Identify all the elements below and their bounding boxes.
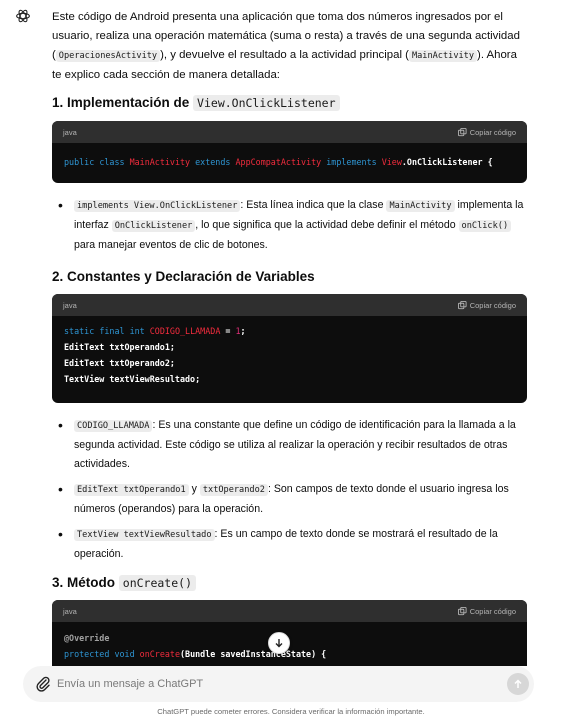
code-block-2-header: java Copiar código — [52, 294, 527, 316]
copy-code-button[interactable]: Copiar código — [457, 300, 516, 310]
section-1-number: 1. — [52, 95, 68, 110]
code-token: ; — [240, 326, 246, 336]
bullet-icon: • — [58, 197, 63, 213]
bullet-text: , lo que significa que la actividad debe… — [195, 219, 459, 231]
section-heading-1: 1. Implementación de View.OnClickListene… — [52, 95, 340, 111]
code-line: EditText txtOperando1; — [64, 342, 175, 352]
list-item: • implements View.OnClickListener: Esta … — [52, 196, 527, 255]
code-token: MainActivity — [129, 157, 191, 167]
section-2-title: Constantes y Declaración de Variables — [67, 269, 315, 284]
copy-code-label: Copiar código — [469, 127, 516, 137]
inline-code: implements View.OnClickListener — [74, 200, 241, 212]
code-block-2: java Copiar código static final int CODI… — [52, 294, 527, 403]
code-token: .OnClickListener { — [401, 157, 493, 167]
paperclip-icon[interactable] — [35, 675, 51, 693]
code-block-1-header: java Copiar código — [52, 121, 527, 143]
code-token: void — [114, 649, 135, 659]
inline-code: CODIGO_LLAMADA — [74, 420, 153, 432]
code-token: int — [129, 326, 145, 336]
inline-code: MainActivity — [386, 200, 455, 212]
list-item: • TextView textViewResultado: Es un camp… — [52, 525, 527, 564]
code-block-3-header: java Copiar código — [52, 600, 527, 622]
list-item: • CODIGO_LLAMADA: Es una constante que d… — [52, 416, 527, 474]
bullet-icon: • — [58, 481, 63, 497]
code-2-content: static final int CODIGO_LLAMADA = 1; Edi… — [52, 316, 527, 399]
inline-code-operaciones: OperacionesActivity — [55, 50, 161, 62]
bullet-list-2: • CODIGO_LLAMADA: Es una constante que d… — [52, 416, 527, 564]
section-heading-2: 2. Constantes y Declaración de Variables — [52, 269, 315, 284]
copy-code-button[interactable]: Copiar código — [457, 127, 516, 137]
code-token: final — [99, 326, 125, 336]
list-item: • EditText txtOperando1 y txtOperando2: … — [52, 480, 527, 519]
bullet-list-1: • implements View.OnClickListener: Esta … — [52, 196, 527, 255]
code-token: protected — [64, 649, 110, 659]
section-1-code: View.OnClickListener — [193, 95, 340, 111]
message-composer — [23, 666, 534, 702]
scroll-to-bottom-button[interactable] — [268, 632, 290, 654]
intro-text-2: ), y devuelve el resultado a la activida… — [160, 49, 409, 61]
code-token: implements — [326, 157, 377, 167]
inline-code-mainactivity: MainActivity — [408, 50, 478, 62]
inline-code: OnClickListener — [111, 220, 196, 232]
section-heading-3: 3. Método onCreate() — [52, 575, 197, 591]
code-token: class — [99, 157, 125, 167]
code-token: CODIGO_LLAMADA — [149, 326, 221, 336]
bullet-text: y — [188, 483, 200, 495]
code-1-content: public class MainActivity extends AppCom… — [52, 143, 527, 182]
chatgpt-logo-icon — [16, 9, 30, 23]
code-token: static — [64, 326, 95, 336]
copy-icon — [457, 300, 467, 309]
code-line: TextView textViewResultado; — [64, 374, 201, 384]
intro-paragraph: Este código de Android presenta una apli… — [52, 8, 522, 85]
disclaimer-footer: ChatGPT puede cometer errores. Considera… — [157, 707, 425, 716]
arrow-down-icon — [275, 639, 283, 648]
code-token: onCreate — [139, 649, 180, 659]
section-3-number: 3. — [52, 575, 68, 590]
send-button[interactable] — [507, 673, 529, 695]
section-2-number: 2. — [52, 269, 68, 284]
code-token: = — [220, 326, 236, 336]
code-block-1: java Copiar código public class MainActi… — [52, 121, 527, 183]
copy-code-label: Copiar código — [469, 300, 516, 310]
section-3-code: onCreate() — [118, 575, 197, 591]
inline-code: EditText txtOperando1 — [74, 484, 189, 496]
bullet-icon: • — [58, 526, 63, 542]
section-3-title: Método — [67, 575, 119, 590]
code-token: extends — [195, 157, 231, 167]
code-token: (Bundle savedInstanceState) { — [180, 649, 327, 659]
copy-icon — [457, 606, 467, 615]
message-input[interactable] — [57, 671, 487, 697]
copy-code-label: Copiar código — [469, 606, 516, 616]
code-line: @Override — [64, 633, 110, 643]
bullet-text: : Esta línea indica que la clase — [240, 199, 387, 211]
inline-code: TextView textViewResultado — [74, 529, 215, 541]
bullet-text: para manejar eventos de clic de botones. — [74, 239, 268, 251]
inline-code: txtOperando2 — [199, 484, 268, 496]
code-language-label: java — [63, 300, 77, 310]
code-language-label: java — [63, 127, 77, 137]
code-token: AppCompatActivity — [235, 157, 322, 167]
bullet-icon: • — [58, 417, 63, 433]
code-token: View — [381, 157, 402, 167]
copy-code-button[interactable]: Copiar código — [457, 606, 516, 616]
code-block-3: java Copiar código @Override protected v… — [52, 600, 527, 666]
code-token: public — [64, 157, 95, 167]
code-line: EditText txtOperando2; — [64, 358, 175, 368]
arrow-up-icon — [514, 679, 522, 688]
inline-code: onClick() — [458, 220, 512, 232]
code-language-label: java — [63, 606, 77, 616]
section-1-title: Implementación de — [67, 95, 194, 110]
copy-icon — [457, 127, 467, 136]
